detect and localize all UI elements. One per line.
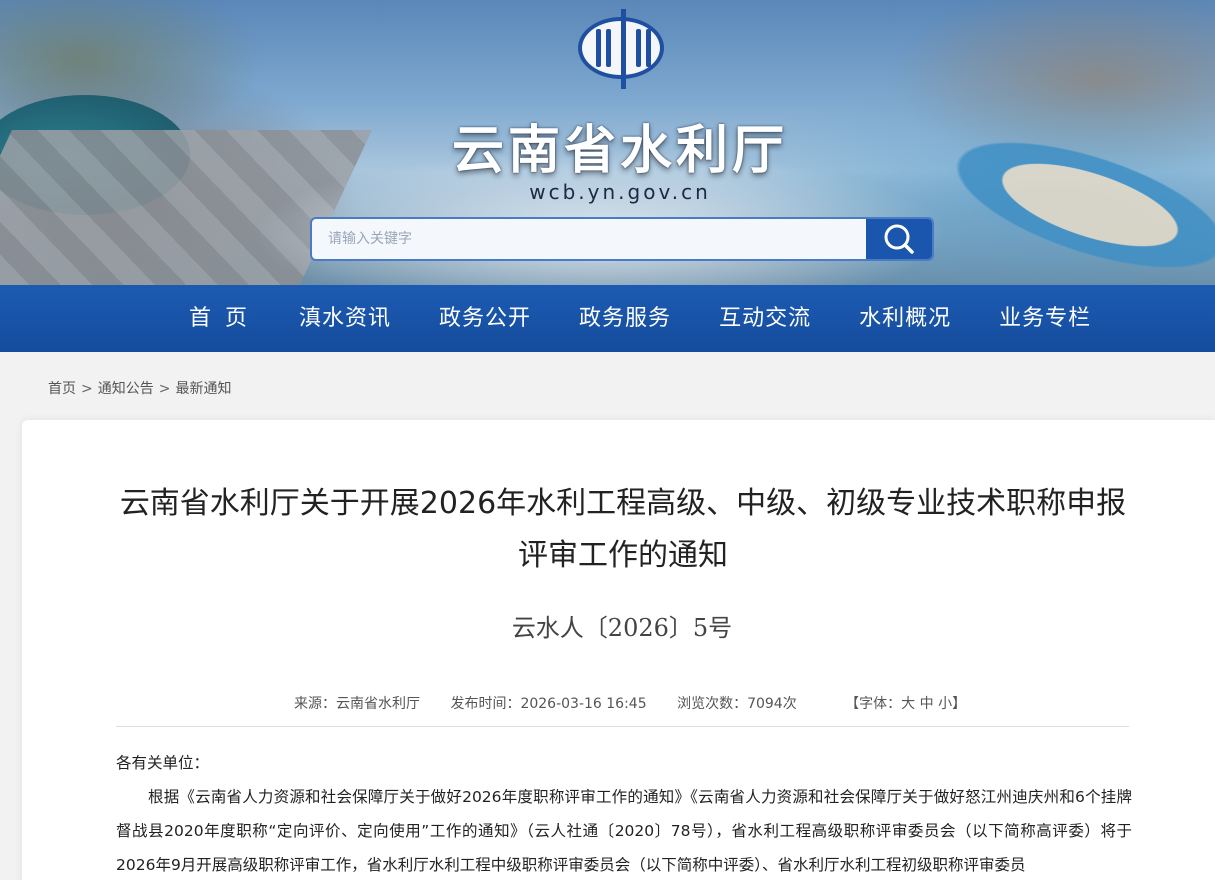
search-input[interactable] [312,219,868,259]
breadcrumb-separator: > [81,381,93,397]
logo-pillar [636,29,641,67]
nav-item-special-columns[interactable]: 业务专栏 [975,285,1115,352]
article-paragraph: 根据《云南省人力资源和社会保障厅关于做好2026年度职称评审工作的通知》《云南省… [116,788,1132,874]
article-card: 云南省水利厅关于开展2026年水利工程高级、中级、初级专业技术职称申报评审工作的… [22,420,1215,880]
nav-item-water-overview[interactable]: 水利概况 [835,285,975,352]
article-publish-time: 发布时间：2026-03-16 16:45 [450,696,647,712]
font-size-label: 【字体： [845,696,902,712]
banner-river-image [920,103,1215,285]
article-meta: 来源：云南省水利厅 发布时间：2026-03-16 16:45 浏览次数：709… [294,693,992,713]
nav-item-interaction[interactable]: 互动交流 [695,285,835,352]
water-resources-logo-icon[interactable] [578,9,664,89]
breadcrumb-separator: > [158,381,171,397]
header-banner: 云南省水利厅 wcb.yn.gov.cn [0,0,1215,285]
logo-pillar [606,29,611,67]
font-size-large-button[interactable]: 大 [901,696,915,712]
article-source: 来源：云南省水利厅 [294,696,420,712]
nav-item-home[interactable]: 首页 [165,285,275,352]
nav-item-government-affairs[interactable]: 政务公开 [415,285,555,352]
article-title: 云南省水利厅关于开展2026年水利工程高级、中级、初级专业技术职称申报评审工作的… [119,486,1127,573]
logo-pillar [596,29,601,67]
search-icon [884,224,914,254]
nav-item-government-services[interactable]: 政务服务 [555,285,695,352]
breadcrumb: 首页 > 通知公告 > 最新通知 [48,378,231,398]
search-button[interactable] [866,219,932,259]
breadcrumb-notices-link[interactable]: 通知公告 [98,381,154,397]
font-size-medium-button[interactable]: 中 [920,696,934,712]
document-number: 云水人〔2026〕5号 [511,614,733,642]
article-salutation: 各有关单位： [116,754,210,772]
site-title: 云南省水利厅 [451,121,788,181]
font-size-small-button[interactable]: 小 [938,696,952,712]
font-size-label-close: 】 [952,696,967,712]
logo-pillar [646,29,651,67]
logo-stem [621,9,626,89]
search-box [310,217,934,261]
meta-divider [116,726,1129,727]
breadcrumb-latest-link[interactable]: 最新通知 [175,381,231,397]
breadcrumb-home-link[interactable]: 首页 [48,381,76,397]
nav-item-water-news[interactable]: 滇水资讯 [275,285,415,352]
article-view-count: 浏览次数：7094次 [677,696,797,712]
site-domain: wcb.yn.gov.cn [529,180,711,204]
font-size-control: 【字体：大 中 小】 [845,696,966,712]
article-body: 各有关单位： 根据《云南省人力资源和社会保障厅关于做好2026年度职称评审工作的… [116,746,1132,880]
main-nav: 首页 滇水资讯 政务公开 政务服务 互动交流 水利概况 业务专栏 [0,285,1215,352]
